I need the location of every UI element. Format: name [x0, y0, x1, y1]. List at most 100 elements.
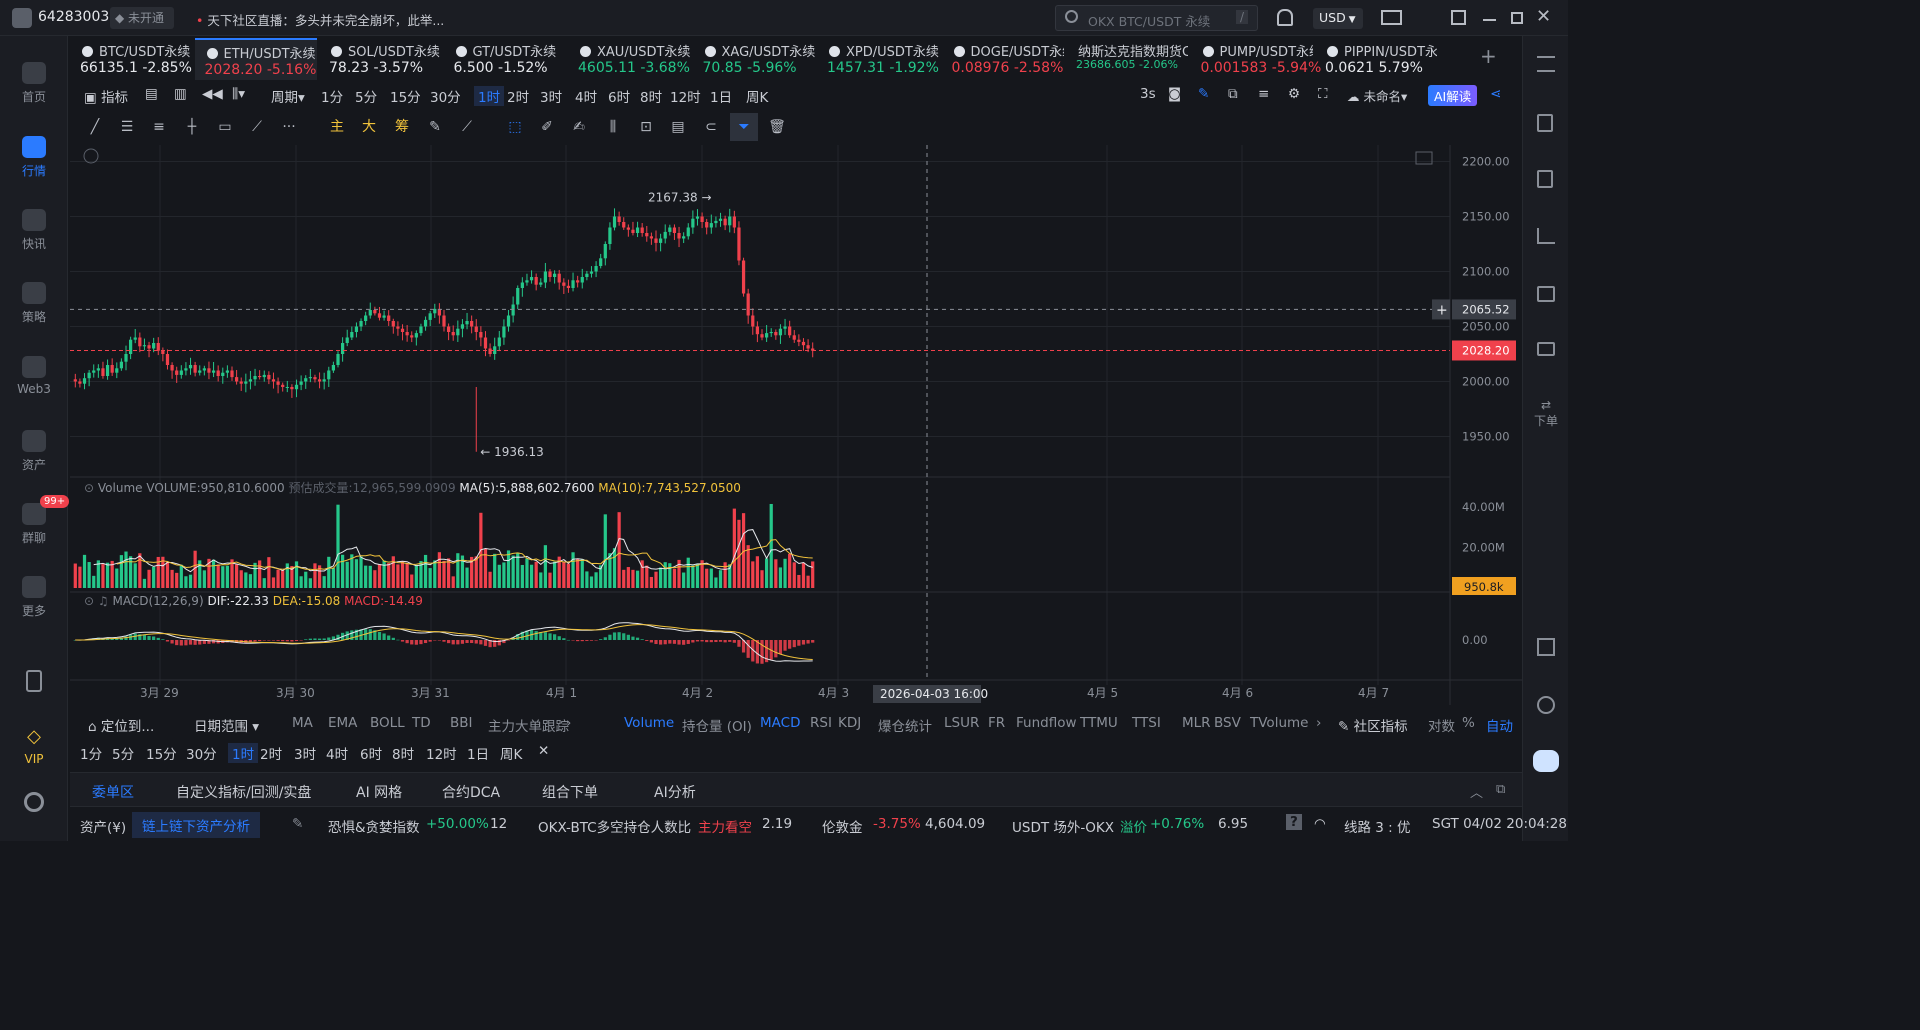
support-icon[interactable]: [1537, 696, 1555, 714]
maximize-icon[interactable]: [1511, 12, 1523, 24]
layout-icon[interactable]: [1451, 10, 1466, 25]
sub-indicator[interactable]: TVolume: [1250, 715, 1308, 731]
ticker-tab[interactable]: SOL/USDT永续 78.23 -3.57%: [319, 38, 441, 80]
ticker-tab[interactable]: XAU/USDT永续 4605.11 -3.68%: [568, 38, 690, 80]
main-indicator[interactable]: TD: [412, 715, 431, 731]
line-quality[interactable]: 线路 3 : 优: [1344, 816, 1411, 836]
fullscreen-icon[interactable]: ⛶: [1318, 86, 1327, 102]
main-indicator[interactable]: MA: [292, 715, 313, 731]
candles-icon[interactable]: ⫼: [604, 119, 622, 135]
close-icon[interactable]: ✕: [1536, 6, 1551, 27]
price-chart[interactable]: 2200.00 2150.00 2100.00 2050.00 2000.00 1950.…: [70, 145, 1522, 705]
nav-home[interactable]: 首页: [0, 62, 68, 105]
nav-more[interactable]: 更多: [0, 576, 68, 619]
sub-indicator[interactable]: BSV: [1214, 715, 1241, 731]
calendar-icon[interactable]: ▤: [145, 86, 158, 102]
period-option[interactable]: 8时: [392, 743, 414, 763]
edit-icon[interactable]: ✎: [292, 816, 303, 832]
period-option[interactable]: 1时: [228, 743, 259, 763]
onchain-analysis-button[interactable]: 链上链下资产分析: [132, 812, 260, 838]
sub-indicator[interactable]: TTMU: [1080, 715, 1118, 731]
bot-icon[interactable]: [1533, 750, 1559, 772]
scale-percent[interactable]: %: [1462, 715, 1475, 731]
collapse-icon[interactable]: ⊙: [84, 594, 94, 608]
nav-assets[interactable]: 资产: [0, 430, 68, 473]
long-short-ratio-label[interactable]: OKX-BTC多空持仓人数比: [538, 816, 691, 836]
pencil-icon[interactable]: ✐: [538, 119, 556, 135]
period-option[interactable]: 3时: [294, 743, 316, 763]
ticker-tab[interactable]: PIPPIN/USDT永续0.0621 5.79%: [1315, 38, 1437, 80]
popout-icon[interactable]: ⧉: [1496, 782, 1505, 797]
panel-icon[interactable]: [1537, 638, 1555, 656]
share-icon[interactable]: ⋖: [1490, 86, 1501, 102]
nav-vip[interactable]: ◇ VIP: [0, 726, 68, 766]
rewind-icon[interactable]: ◀◀: [202, 86, 223, 102]
menu-grid-icon[interactable]: [1537, 56, 1555, 72]
period-option[interactable]: 30分: [186, 743, 217, 763]
usdt-otc-label[interactable]: USDT 场外-OKX: [1012, 816, 1114, 836]
sub-indicator[interactable]: Fundflow: [1016, 715, 1077, 731]
locate-button[interactable]: ⌂ 定位到...: [88, 715, 154, 735]
ai-interpret-button[interactable]: AI解读: [1428, 85, 1478, 106]
period-option[interactable]: 1日: [710, 86, 732, 106]
period-option[interactable]: 6时: [608, 86, 630, 106]
sub-indicator[interactable]: LSUR: [944, 715, 979, 731]
note-icon[interactable]: ▤: [669, 119, 687, 135]
main-indicator[interactable]: 主力大单跟踪: [488, 715, 569, 735]
bottom-tab[interactable]: AI分析: [654, 782, 696, 802]
ticker-tab[interactable]: XPD/USDT永续 1457.31 -1.92%: [817, 38, 939, 80]
columns-icon[interactable]: ▥: [174, 86, 187, 102]
main-force-toggle[interactable]: 主: [328, 119, 346, 135]
main-indicator[interactable]: BOLL: [370, 715, 405, 731]
period-option[interactable]: 15分: [146, 743, 177, 763]
nav-news[interactable]: 快讯: [0, 209, 68, 252]
list-icon[interactable]: ≡: [1258, 86, 1269, 102]
chart-type-icon[interactable]: ⫼▾: [232, 86, 245, 102]
ticker-tab[interactable]: XAG/USDT永续 70.85 -5.96%: [693, 38, 815, 80]
period-option[interactable]: 8时: [640, 86, 662, 106]
assets-label[interactable]: 资产(¥): [80, 816, 126, 836]
period-option[interactable]: 12时: [426, 743, 457, 763]
select-icon[interactable]: ⬚: [506, 119, 524, 135]
edit-icon[interactable]: ✎: [426, 119, 444, 135]
avatar[interactable]: [12, 8, 32, 28]
period-option[interactable]: 2时: [260, 743, 282, 763]
bell-icon[interactable]: [1277, 9, 1293, 26]
trend-icon[interactable]: [1537, 228, 1555, 244]
date-range-button[interactable]: 日期范围 ▾: [194, 715, 259, 735]
period-option[interactable]: 6时: [360, 743, 382, 763]
more-tools-icon[interactable]: ···: [280, 119, 298, 135]
filter-icon[interactable]: ⏷: [730, 113, 758, 141]
period-option[interactable]: 30分: [430, 86, 461, 106]
horizontal-lines-icon[interactable]: ≡: [150, 119, 168, 135]
lock-icon[interactable]: ⊡: [637, 119, 655, 135]
period-option[interactable]: 1分: [80, 743, 102, 763]
sub-indicator[interactable]: 持仓量 (OI): [682, 715, 752, 735]
period-option[interactable]: 3时: [540, 86, 562, 106]
ticker-tab[interactable]: DOGE/USDT永续0.08976 -2.58%: [942, 38, 1064, 80]
nav-settings[interactable]: [0, 792, 68, 816]
ticker-tab[interactable]: PUMP/USDT永续 0.001583 -5.94%: [1191, 38, 1322, 80]
depth-icon[interactable]: [1537, 286, 1555, 302]
ticker-tab[interactable]: BTC/USDT永续 66135.1 -2.85%: [70, 38, 192, 80]
add-ticker-icon[interactable]: +: [1480, 44, 1497, 68]
settings-gear-icon[interactable]: ⚙: [1288, 86, 1300, 102]
sub-indicator[interactable]: MACD: [760, 715, 800, 731]
period-option[interactable]: 5分: [112, 743, 134, 763]
trash-icon[interactable]: 🗑: [768, 119, 786, 135]
sub-indicator[interactable]: TTSI: [1132, 715, 1161, 731]
sub-indicator[interactable]: RSI: [810, 715, 832, 731]
search-box[interactable]: OKX BTC/USDT 永续 /: [1055, 5, 1258, 31]
orderbook-icon[interactable]: [1537, 114, 1553, 132]
expand-icon[interactable]: [1415, 151, 1433, 165]
period-option[interactable]: 5分: [355, 86, 377, 106]
period-dropdown[interactable]: 周期▾: [271, 86, 305, 106]
bottom-tab[interactable]: 组合下单: [542, 782, 598, 802]
alarm-icon[interactable]: ♫: [98, 594, 109, 608]
sub-indicator[interactable]: KDJ: [838, 715, 861, 731]
pen-icon[interactable]: ✎: [1198, 86, 1209, 102]
ray-icon[interactable]: ⟋: [248, 119, 266, 135]
period-option[interactable]: 周K: [746, 86, 768, 106]
nav-phone[interactable]: [0, 670, 68, 696]
parallel-lines-icon[interactable]: ☰: [118, 119, 136, 135]
